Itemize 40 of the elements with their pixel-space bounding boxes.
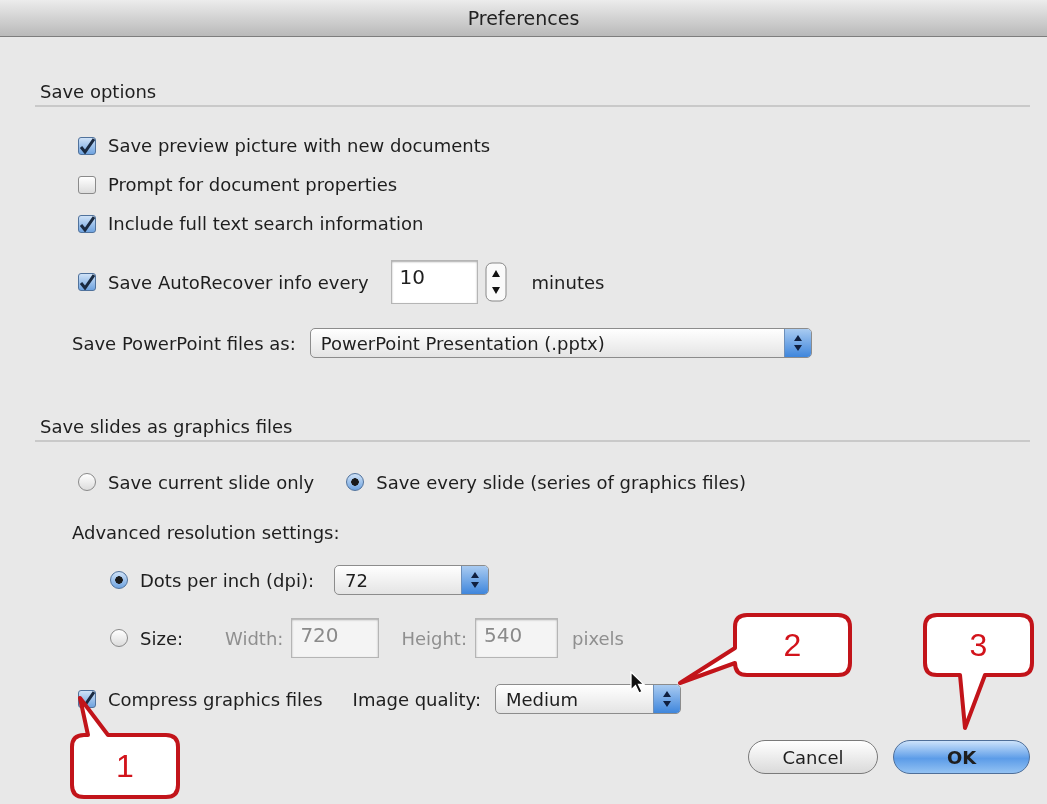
checkbox-label: Compress graphics files <box>108 688 323 710</box>
field-label: Height: <box>401 627 467 649</box>
dropdown[interactable]: Medium <box>495 684 681 714</box>
checkbox-label: Include full text search information <box>108 213 424 234</box>
checkbox-label: Save preview picture with new documents <box>108 135 491 156</box>
section-label: Advanced resolution settings: <box>72 521 340 543</box>
field-label: Width: <box>225 627 284 649</box>
checkbox-label: Save AutoRecover info every <box>108 271 369 293</box>
radio-button[interactable] <box>110 571 128 589</box>
radio-label: Dots per inch (dpi): <box>140 569 315 591</box>
checkbox[interactable] <box>78 136 96 155</box>
radio-label: Save current slide only <box>108 471 315 493</box>
dropdown[interactable]: PowerPoint Presentation (.pptx) <box>309 328 812 358</box>
stepper-icon <box>484 262 507 302</box>
cancel-button[interactable]: Cancel <box>748 740 878 774</box>
up-down-arrows-icon <box>792 335 803 351</box>
radio-button[interactable] <box>78 473 96 491</box>
ok-button[interactable]: OK <box>893 740 1030 774</box>
dropdown[interactable]: 72 <box>334 565 490 595</box>
field-label: Image quality: <box>352 688 481 710</box>
cursor-icon <box>630 671 646 695</box>
radio-label: Size: <box>140 627 183 649</box>
checkbox[interactable] <box>78 175 96 194</box>
checkbox[interactable] <box>78 273 96 291</box>
minutes-field[interactable]: 10 <box>390 260 478 304</box>
section-heading: Save slides as graphics files <box>40 415 293 437</box>
field-label: Save PowerPoint files as: <box>72 332 296 354</box>
checkbox[interactable] <box>78 214 96 233</box>
window-title: Preferences <box>467 7 580 29</box>
radio-button[interactable] <box>110 629 128 647</box>
callout: 3 <box>923 613 1034 730</box>
checkbox-label: Prompt for document properties <box>108 174 398 195</box>
radio-button[interactable] <box>346 473 365 491</box>
up-down-arrows-icon <box>662 691 672 707</box>
up-down-arrows-icon <box>470 572 481 588</box>
callout: 2 <box>678 613 852 685</box>
section-heading: Save options <box>40 80 157 102</box>
unit-label: pixels <box>571 627 624 649</box>
radio-label: Save every slide (series of graphics files) <box>376 471 746 493</box>
unit-label: minutes <box>531 271 605 293</box>
